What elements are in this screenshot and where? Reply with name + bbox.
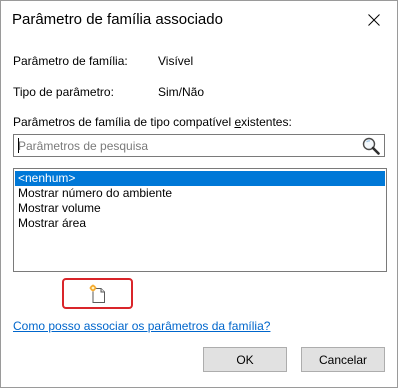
cancel-button[interactable]: Cancelar (301, 347, 385, 372)
list-item-show-volume[interactable]: Mostrar volume (15, 201, 385, 216)
help-link[interactable]: Como posso associar os parâmetros da fam… (13, 319, 270, 333)
title-bar: Parâmetro de família associado (1, 1, 397, 39)
search-box (13, 134, 385, 157)
compatible-parameters-label-suffix: xistentes: (241, 115, 292, 129)
close-icon (368, 14, 380, 26)
family-parameter-label: Parâmetro de família: (13, 54, 128, 68)
ok-button[interactable]: OK (203, 347, 287, 372)
new-parameter-icon (89, 284, 105, 303)
new-parameter-button[interactable] (62, 278, 133, 309)
parameter-type-value: Sim/Não (158, 85, 205, 99)
compatible-parameters-label: Parâmetros de família de tipo compatível… (13, 115, 292, 129)
parameter-type-label: Tipo de parâmetro: (13, 85, 114, 99)
close-button[interactable] (351, 1, 397, 39)
list-item-show-room-number[interactable]: Mostrar número do ambiente (15, 186, 385, 201)
family-parameter-value: Visível (158, 54, 194, 68)
associate-family-parameter-dialog: Parâmetro de família associado Parâmetro… (0, 0, 398, 388)
compatible-parameters-list[interactable]: <nenhum> Mostrar número do ambiente Most… (13, 168, 387, 272)
list-item-show-area[interactable]: Mostrar área (15, 216, 385, 231)
list-item-none[interactable]: <nenhum> (15, 171, 385, 186)
magnifier-icon[interactable] (360, 136, 382, 156)
search-input[interactable] (15, 136, 358, 155)
dialog-title: Parâmetro de família associado (12, 11, 223, 28)
compatible-parameters-label-prefix: Parâmetros de família de tipo compatível (13, 115, 235, 129)
